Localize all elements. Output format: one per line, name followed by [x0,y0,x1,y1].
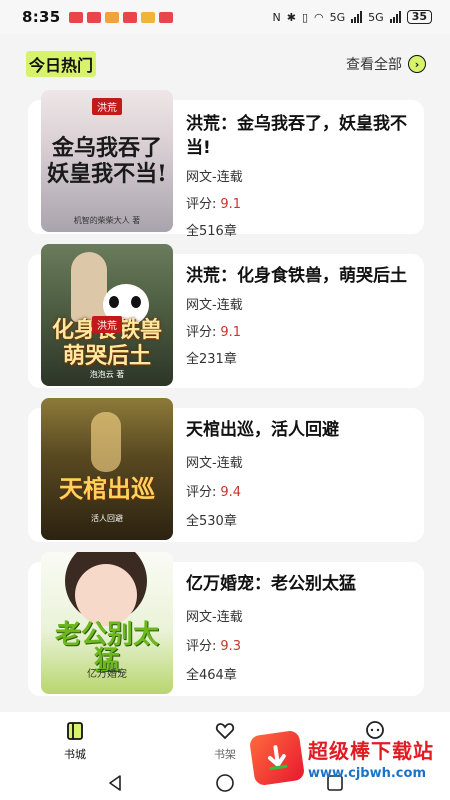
battery-icon: 35 [406,10,432,24]
mail-notification-icon [158,11,173,23]
book-score: 9.4 [220,485,242,500]
watermark-logo-icon [248,729,306,787]
book-title[interactable]: 洪荒：金乌我吞了，妖皇我不当! [186,112,412,160]
score-label: 评分: [186,197,217,212]
book-info: 亿万婚宠：老公别太猛 网文-连载 评分: 9.3 全464章 [186,572,412,683]
see-all-label: 查看全部 [346,57,402,73]
chevron-right-icon: › [408,55,426,73]
watermark-url: www.cjbwh.com [308,766,426,781]
cover-author: 泡泡云 著 [89,370,125,379]
signal-icon [389,11,401,23]
app-notification-icon [104,11,119,23]
book-score: 9.1 [220,197,242,212]
cover-figure [71,252,107,322]
mail-notification-icon [122,11,137,23]
book-card[interactable]: 洪荒 化身食铁兽 萌哭后土 泡泡云 著 洪荒：化身食铁兽，萌哭后土 网文-连载 … [28,244,424,388]
book-title[interactable]: 洪荒：化身食铁兽，萌哭后土 [186,264,412,288]
book-cover[interactable]: 天棺出巡 活人回避 [41,398,173,540]
book-card[interactable]: 洪荒 金乌我吞了 妖皇我不当! 机智的柴柴大人 著 洪荒：金乌我吞了，妖皇我不当… [28,90,424,239]
book-chapters: 全516章 [186,224,237,239]
status-bar: 8:35 N ✱ ▯ ◠ 5G 5G 35 [0,0,450,34]
tab-label: 书架 [214,748,236,761]
watermark: 超级棒下载站 www.cjbwh.com [248,720,450,796]
book-chapters: 全530章 [186,514,237,529]
notification-icons [68,11,173,23]
book-title[interactable]: 亿万婚宠：老公别太猛 [186,572,412,596]
network-label-1: 5G [329,10,346,24]
score-label: 评分: [186,485,217,500]
book-category: 网文-连载 [186,170,243,185]
status-time: 8:35 [22,8,61,26]
book-city-icon [64,720,86,742]
book-chapters: 全231章 [186,352,237,367]
watermark-name: 超级棒下载站 [308,739,434,763]
cover-tag: 洪荒 [92,98,122,115]
cover-author: 机智的柴柴大人 著 [73,216,141,225]
section-title: 今日热门 [26,51,97,77]
cover-figure [91,412,121,472]
book-card[interactable]: 天棺出巡 活人回避 天棺出巡，活人回避 网文-连载 评分: 9.4 全530章 [28,398,424,542]
section-header: 今日热门 查看全部 › [26,50,426,78]
book-title[interactable]: 天棺出巡，活人回避 [186,418,412,442]
signal-icon [351,11,363,23]
heart-icon [214,720,236,742]
cover-title: 金乌我吞了 妖皇我不当! [47,135,167,187]
book-category: 网文-连载 [186,298,243,313]
app-notification-icon [140,11,155,23]
cover-portrait [75,564,137,626]
book-chapters: 全464章 [186,668,237,683]
cover-title: 天棺出巡 [59,474,155,503]
book-info: 天棺出巡，活人回避 网文-连载 评分: 9.4 全530章 [186,418,412,529]
book-score-row: 评分: 9.1 [186,193,412,212]
book-score-row: 评分: 9.4 [186,481,412,500]
book-score-row: 评分: 9.1 [186,321,412,340]
tab-book-city[interactable]: 书城 [0,712,150,762]
mail-notification-icon [86,11,101,23]
book-score: 9.3 [220,639,242,654]
home-button[interactable] [210,770,240,796]
book-cover[interactable]: 洪荒 化身食铁兽 萌哭后土 泡泡云 著 [41,244,173,386]
book-cover[interactable]: 洪荒 金乌我吞了 妖皇我不当! 机智的柴柴大人 著 [41,90,173,232]
wifi-icon: ◠ [314,10,324,24]
tab-label: 书城 [64,748,86,761]
book-score-row: 评分: 9.3 [186,635,412,654]
nfc-icon: N [272,10,281,24]
book-cover[interactable]: 老公别太猛 亿万婚宠 [41,552,173,694]
cover-subtitle: 活人回避 [91,514,123,523]
book-info: 洪荒：金乌我吞了，妖皇我不当! 网文-连载 评分: 9.1 全516章 [186,112,412,239]
book-category: 网文-连载 [186,456,243,471]
watermark-text: 超级棒下载站 www.cjbwh.com [308,735,434,781]
back-button[interactable] [100,770,130,796]
book-category: 网文-连载 [186,610,243,625]
book-score: 9.1 [220,325,242,340]
book-card[interactable]: 老公别太猛 亿万婚宠 亿万婚宠：老公别太猛 网文-连载 评分: 9.3 全464章 [28,552,424,696]
score-label: 评分: [186,325,217,340]
book-info: 洪荒：化身食铁兽，萌哭后土 网文-连载 评分: 9.1 全231章 [186,264,412,367]
status-indicators: N ✱ ▯ ◠ 5G 5G 35 [272,10,432,24]
mail-notification-icon [68,11,83,23]
bluetooth-icon: ✱ [286,10,296,24]
vibrate-icon: ▯ [301,10,309,24]
network-label-2: 5G [368,10,384,24]
cover-subtitle: 亿万婚宠 [87,669,127,680]
score-label: 评分: [186,639,217,654]
cover-tag: 洪荒 [92,316,122,333]
see-all-button[interactable]: 查看全部 › [346,54,426,74]
